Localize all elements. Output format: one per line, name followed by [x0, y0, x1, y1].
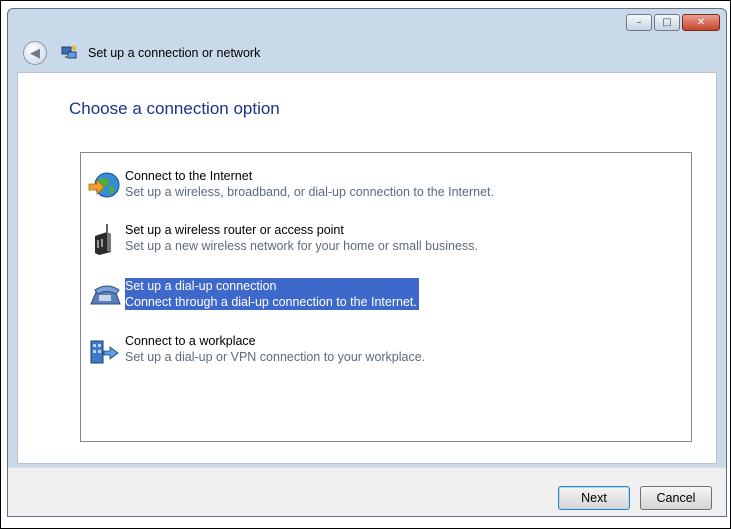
option-description: Set up a wireless, broadband, or dial-up…	[125, 185, 494, 199]
next-button[interactable]: Next	[558, 486, 630, 510]
wizard-footer: Next Cancel	[8, 467, 726, 516]
network-icon	[61, 45, 77, 59]
cancel-button[interactable]: Cancel	[640, 486, 712, 510]
option-description: Set up a new wireless network for your h…	[125, 239, 478, 253]
wizard-content: Choose a connection option Connect to th…	[17, 72, 717, 464]
option-dial-up[interactable]: Set up a dial-up connection Connect thro…	[87, 276, 647, 316]
maximize-button[interactable]: □	[654, 14, 680, 31]
option-title: Set up a wireless router or access point	[125, 223, 344, 237]
telephone-modem-icon	[90, 285, 121, 305]
option-wireless-router[interactable]: Set up a wireless router or access point…	[87, 220, 647, 260]
option-title: Set up a dial-up connection	[125, 279, 277, 293]
minimize-button[interactable]: –	[626, 14, 652, 31]
wizard-header: ◀ Set up a connection or network	[8, 37, 726, 71]
connection-options-list: Connect to the Internet Set up a wireles…	[80, 152, 692, 442]
option-title: Connect to a workplace	[125, 334, 256, 348]
close-button[interactable]: ✕	[682, 14, 720, 31]
back-arrow-icon: ◀	[30, 45, 40, 61]
globe-internet-icon	[88, 172, 120, 198]
wizard-window: – □ ✕ ◀ Set up a connection or network C…	[7, 8, 727, 517]
workplace-vpn-icon	[90, 340, 119, 364]
option-description: Connect through a dial-up connection to …	[125, 295, 417, 309]
back-button[interactable]: ◀	[23, 41, 47, 65]
wireless-router-icon	[95, 224, 111, 255]
option-description: Set up a dial-up or VPN connection to yo…	[125, 350, 426, 364]
page-heading: Choose a connection option	[69, 99, 280, 118]
option-workplace[interactable]: Connect to a workplace Set up a dial-up …	[87, 331, 647, 371]
window-title: Set up a connection or network	[88, 46, 261, 60]
window-controls: – □ ✕	[626, 14, 720, 31]
option-connect-internet[interactable]: Connect to the Internet Set up a wireles…	[87, 166, 647, 206]
option-title: Connect to the Internet	[125, 169, 253, 183]
